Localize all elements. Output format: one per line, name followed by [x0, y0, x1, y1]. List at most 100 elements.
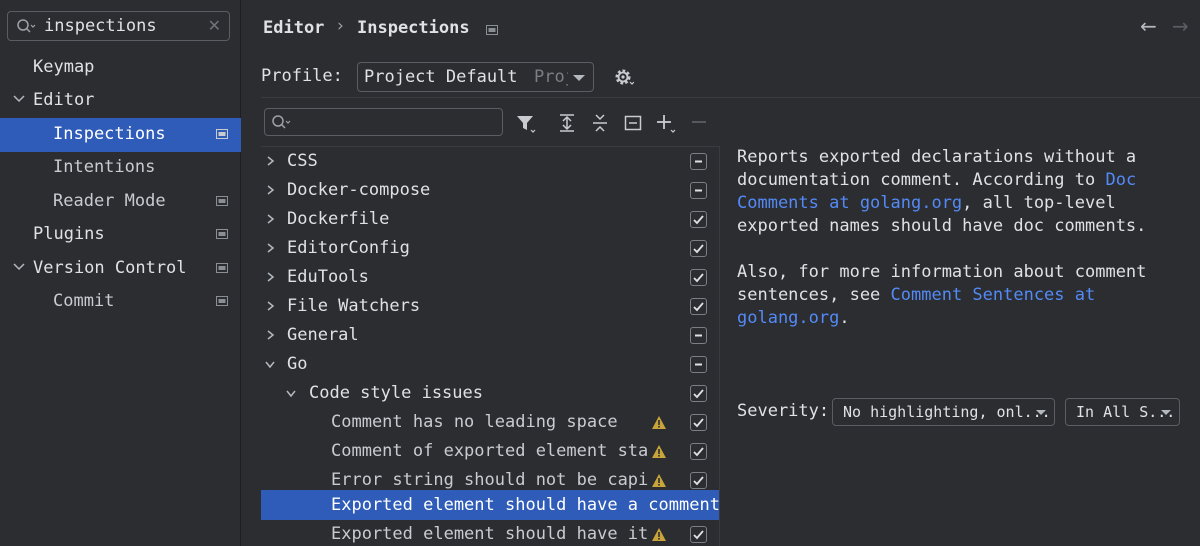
tree-row-file-watchers[interactable]: File Watchers — [261, 292, 719, 321]
forward-arrow-icon[interactable]: → — [1172, 14, 1189, 38]
sidebar-item-label: Inspections — [53, 124, 166, 144]
chevron-down-icon[interactable] — [12, 260, 26, 274]
inspection-tree: CSS Docker-compose Dockerfile EditorConf… — [261, 146, 720, 546]
tree-row-label: EditorConfig — [287, 238, 410, 258]
sidebar-item-reader-mode[interactable]: Reader Mode — [0, 185, 241, 219]
sidebar-item-label: Plugins — [33, 224, 105, 244]
sidebar-item-commit[interactable]: Commit — [0, 285, 241, 319]
search-icon — [272, 115, 291, 129]
mixed-checkbox[interactable] — [690, 153, 707, 170]
severity-label: Severity: — [737, 401, 830, 421]
tree-row-general[interactable]: General — [261, 321, 719, 350]
sidebar-item-keymap[interactable]: Keymap — [0, 51, 241, 85]
tree-row-editorconfig[interactable]: EditorConfig — [261, 234, 719, 263]
checked-checkbox[interactable] — [690, 385, 707, 402]
gear-icon[interactable] — [612, 66, 634, 88]
profile-label: Profile: — [261, 66, 343, 86]
tree-row-css[interactable]: CSS — [261, 147, 719, 176]
checked-checkbox[interactable] — [690, 211, 707, 228]
warning-icon — [652, 528, 666, 541]
expand-all-icon[interactable] — [556, 112, 578, 134]
settings-search-input[interactable]: inspections ✕ — [7, 11, 230, 41]
severity-value: No highlighting, onl... — [843, 403, 1051, 421]
chevron-right-icon[interactable] — [264, 300, 276, 312]
tree-row-selected-inspection[interactable]: Exported element should have a comment — [261, 490, 720, 520]
tree-row-edutools[interactable]: EduTools — [261, 263, 719, 292]
remove-icon[interactable] — [688, 112, 710, 134]
mixed-checkbox[interactable] — [690, 356, 707, 373]
filter-icon[interactable] — [515, 112, 537, 134]
tree-row-dockerfile[interactable]: Dockerfile — [261, 205, 719, 234]
checked-checkbox[interactable] — [690, 414, 707, 431]
chevron-right-icon[interactable] — [264, 271, 276, 283]
reset-icon[interactable] — [622, 112, 644, 134]
chevron-down-icon — [1161, 410, 1171, 415]
inspection-description: Reports exported declarations without a … — [737, 146, 1187, 353]
add-icon[interactable] — [655, 112, 677, 134]
warning-icon — [652, 474, 666, 487]
chevron-down-icon[interactable] — [12, 92, 26, 106]
tree-row-label: Code style issues — [309, 383, 483, 403]
description-paragraph: Reports exported declarations without a … — [737, 146, 1187, 238]
sidebar-item-version-control[interactable]: Version Control — [0, 252, 241, 286]
tree-row-label: File Watchers — [287, 296, 421, 316]
project-level-icon — [216, 229, 228, 239]
chevron-right-icon[interactable] — [264, 155, 276, 167]
description-paragraph: Also, for more information about comment… — [737, 261, 1187, 330]
tree-row-inspection[interactable]: Comment has no leading space — [261, 408, 719, 437]
chevron-down-icon[interactable] — [285, 387, 297, 399]
checked-checkbox[interactable] — [690, 240, 707, 257]
sidebar-item-plugins[interactable]: Plugins — [0, 218, 241, 252]
project-level-icon — [216, 129, 228, 139]
description-text: Reports exported declarations without a … — [737, 147, 1137, 190]
collapse-all-icon[interactable] — [589, 112, 611, 134]
project-level-icon — [216, 196, 228, 206]
tree-row-label: General — [287, 325, 359, 345]
tree-row-go[interactable]: Go — [261, 350, 719, 379]
tree-row-label: Exported element should have its — [331, 524, 649, 544]
warning-icon — [652, 416, 666, 429]
page-title: Inspections — [357, 18, 470, 38]
inspection-filter-input[interactable] — [264, 108, 503, 136]
back-arrow-icon[interactable]: ← — [1140, 14, 1157, 38]
close-icon[interactable]: ✕ — [208, 16, 221, 35]
checked-checkbox[interactable] — [690, 526, 707, 543]
profile-dropdown[interactable]: Project Default Project — [357, 62, 594, 92]
tree-row-label: Go — [287, 354, 308, 374]
sidebar-item-editor[interactable]: Editor — [0, 84, 241, 118]
checked-checkbox[interactable] — [690, 472, 707, 489]
chevron-right-icon[interactable] — [264, 242, 276, 254]
mixed-checkbox[interactable] — [690, 182, 707, 199]
chevron-down-icon — [573, 75, 585, 81]
tree-row-label: Exported element should have a comment — [331, 495, 720, 515]
severity-dropdown[interactable]: No highlighting, onl... — [832, 398, 1055, 426]
divider — [261, 97, 1200, 98]
chevron-down-icon[interactable] — [264, 358, 276, 370]
breadcrumb-editor[interactable]: Editor — [263, 18, 324, 38]
tree-row-code-style-issues[interactable]: Code style issues — [261, 379, 719, 408]
checked-checkbox[interactable] — [690, 443, 707, 460]
chevron-right-icon[interactable] — [264, 184, 276, 196]
sidebar-item-intentions[interactable]: Intentions — [0, 151, 241, 185]
search-icon — [17, 19, 36, 33]
tree-row-label: Dockerfile — [287, 209, 390, 229]
tree-row-label: Docker-compose — [287, 180, 431, 200]
search-value: inspections — [44, 16, 157, 36]
scope-dropdown[interactable]: In All S... — [1065, 398, 1180, 426]
sidebar-item-inspections[interactable]: Inspections — [0, 118, 241, 152]
tree-row-docker-compose[interactable]: Docker-compose — [261, 176, 719, 205]
checked-checkbox[interactable] — [690, 269, 707, 286]
sidebar-item-label: Commit — [53, 291, 115, 311]
mixed-checkbox[interactable] — [690, 327, 707, 344]
tree-row-label: Comment of exported element starts — [331, 441, 649, 461]
chevron-right-icon[interactable] — [264, 213, 276, 225]
sidebar-item-label: Keymap — [33, 57, 95, 77]
tree-row-inspection[interactable]: Comment of exported element starts — [261, 437, 719, 466]
chevron-right-icon[interactable] — [264, 329, 276, 341]
inspections-panel: Editor › Inspections ← → Profile: Projec… — [242, 0, 1200, 546]
profile-value: Project Default — [364, 67, 518, 87]
breadcrumb-separator: › — [337, 16, 344, 36]
checked-checkbox[interactable] — [690, 298, 707, 315]
tree-row-inspection[interactable]: Exported element should have its — [261, 520, 719, 546]
sidebar-item-label: Intentions — [53, 157, 156, 177]
